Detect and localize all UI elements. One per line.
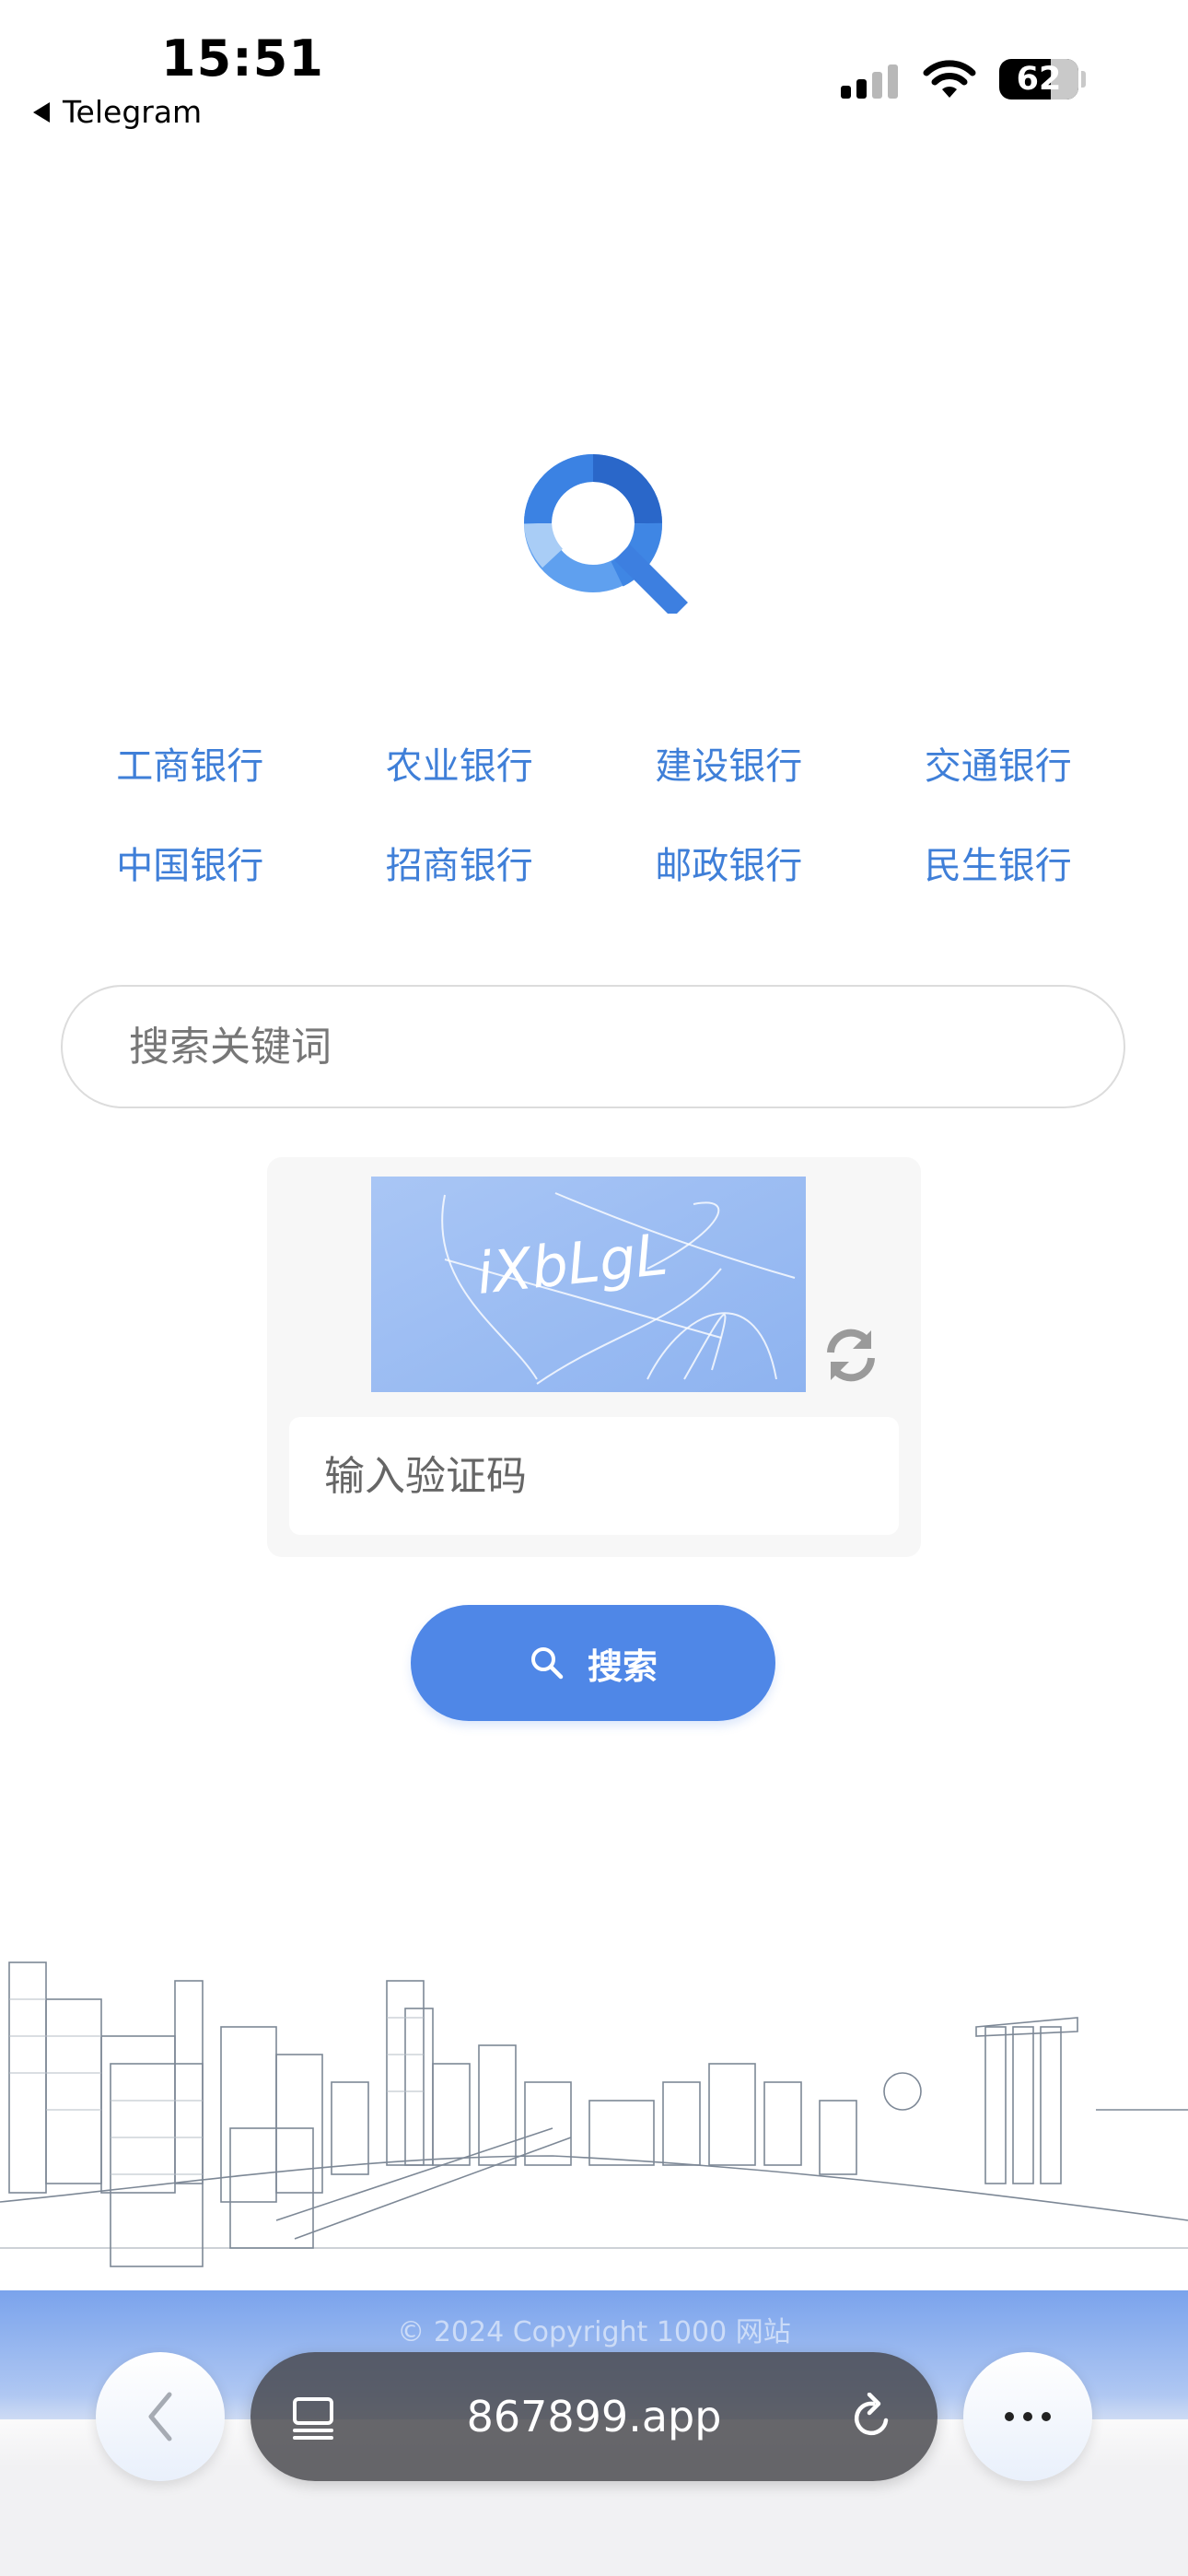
bank-link-boc[interactable]: 中国银行 bbox=[55, 846, 325, 886]
bank-link-bocom[interactable]: 交通银行 bbox=[864, 746, 1134, 787]
bank-link-abc[interactable]: 农业银行 bbox=[325, 746, 595, 787]
back-arrow-icon bbox=[33, 101, 50, 123]
address-bar[interactable]: 867899.app bbox=[250, 2352, 938, 2481]
search-input[interactable] bbox=[61, 985, 1125, 1108]
search-button[interactable]: 搜索 bbox=[411, 1605, 775, 1721]
signal-icon bbox=[841, 64, 898, 99]
back-to-app-link[interactable]: Telegram bbox=[33, 94, 202, 130]
back-app-label: Telegram bbox=[63, 94, 203, 130]
search-icon bbox=[530, 1647, 564, 1680]
more-dots-icon bbox=[1005, 2412, 1051, 2421]
bank-link-cmb[interactable]: 招商银行 bbox=[325, 846, 595, 886]
bank-links: 工商银行 农业银行 建设银行 交通银行 中国银行 招商银行 邮政银行 民生银行 bbox=[55, 746, 1133, 886]
status-time: 15:51 bbox=[161, 29, 324, 88]
chevron-left-icon bbox=[148, 2392, 172, 2441]
url-text: 867899.app bbox=[466, 2392, 722, 2441]
reload-icon[interactable] bbox=[849, 2393, 895, 2442]
battery-tip bbox=[1081, 71, 1086, 88]
refresh-icon[interactable] bbox=[823, 1327, 879, 1384]
captcha-input[interactable] bbox=[289, 1417, 899, 1535]
city-skyline-illustration bbox=[0, 1961, 1188, 2267]
bank-link-psbc[interactable]: 邮政银行 bbox=[594, 846, 864, 886]
browser-more-button[interactable] bbox=[963, 2352, 1092, 2481]
captcha-image[interactable]: iXbLgL bbox=[371, 1177, 806, 1392]
battery-icon: 62 bbox=[999, 59, 1078, 100]
bank-link-icbc[interactable]: 工商银行 bbox=[55, 746, 325, 787]
bank-link-cmbc[interactable]: 民生银行 bbox=[864, 846, 1134, 886]
search-button-label: 搜索 bbox=[587, 1645, 658, 1687]
footer-text: © 2024 Copyright 1000 网站 bbox=[397, 2316, 791, 2348]
search-magnifier-logo bbox=[524, 454, 688, 614]
wifi-icon bbox=[923, 60, 976, 98]
bank-link-ccb[interactable]: 建设银行 bbox=[594, 746, 864, 787]
battery-level: 62 bbox=[1016, 61, 1062, 98]
browser-back-button[interactable] bbox=[96, 2352, 225, 2481]
captcha-card: iXbLgL bbox=[267, 1157, 921, 1557]
